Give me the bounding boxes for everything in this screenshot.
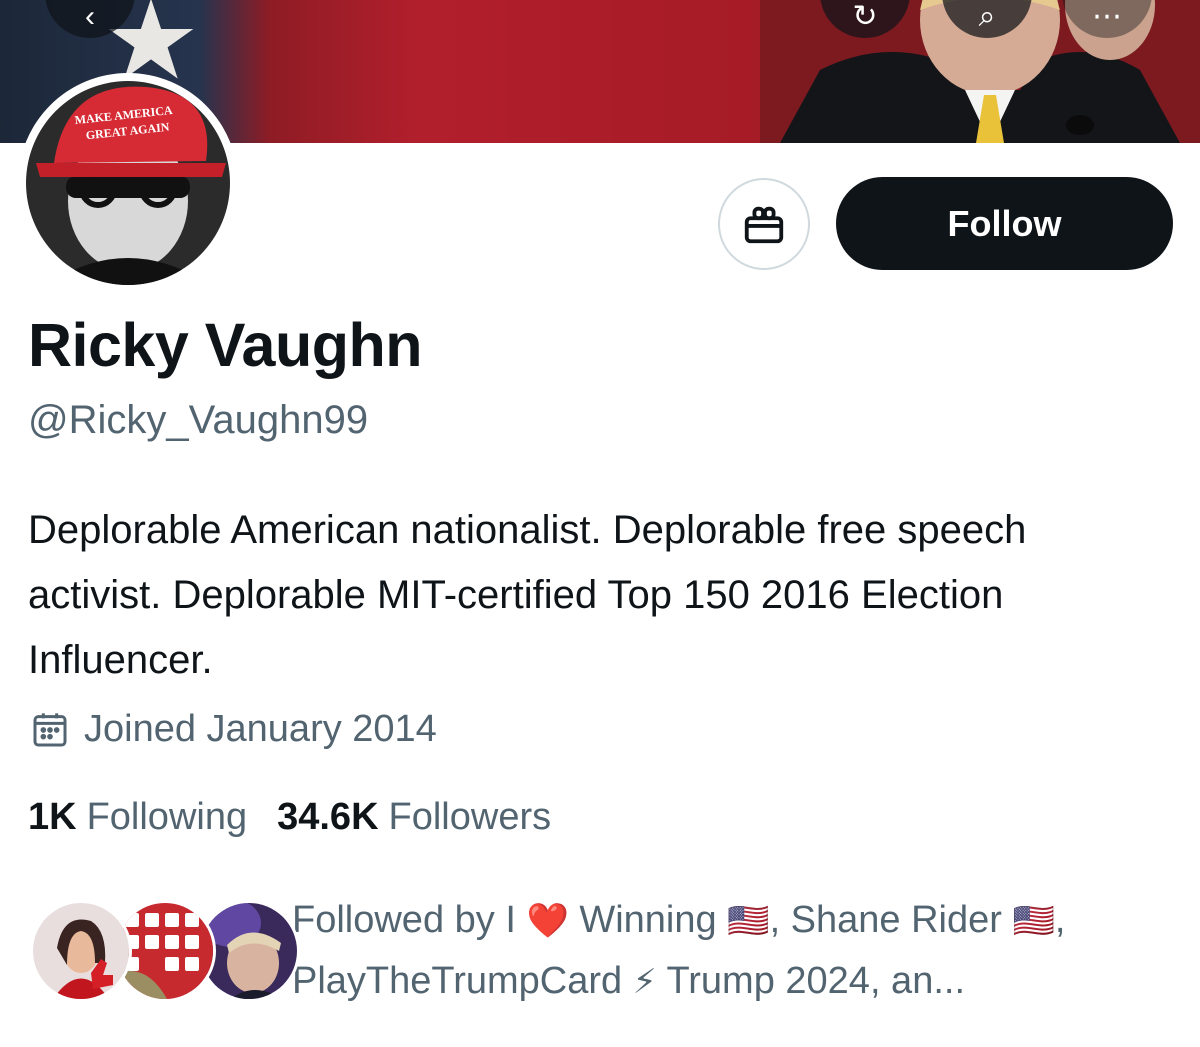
followers-label: Followers <box>388 796 552 838</box>
search-icon: ⌕ <box>978 0 996 33</box>
more-icon: ⋯ <box>1092 0 1122 33</box>
lightning-emoji: ⚡ <box>632 963 657 1001</box>
us-flag-emoji: 🇺🇸 <box>727 902 770 940</box>
follower-avatar <box>30 900 132 1002</box>
refresh-icon: ↻ <box>852 0 878 33</box>
followed-by-separator: , <box>1054 899 1066 941</box>
follow-button[interactable]: Follow <box>836 177 1173 270</box>
profile-handle: @Ricky_Vaughn99 <box>28 398 369 442</box>
followed-by-avatars[interactable] <box>30 900 300 1002</box>
following-count: 1K <box>28 796 77 838</box>
profile-name: Ricky Vaughn <box>28 311 423 379</box>
gift-button[interactable] <box>718 178 810 270</box>
following-label: Following <box>86 796 248 838</box>
joined-date: Joined January 2014 <box>30 708 437 751</box>
profile-bio: Deplorable American nationalist. Deplora… <box>28 508 1027 682</box>
heart-emoji: ❤️ <box>526 902 569 940</box>
followed-by-text[interactable]: Followed by I ❤️ Winning 🇺🇸, Shane Rider… <box>292 890 1172 1012</box>
followed-by-winning: Winning <box>579 899 717 941</box>
followed-by-shane: , Shane Rider <box>769 899 1002 941</box>
us-flag-emoji: 🇺🇸 <box>1012 902 1055 940</box>
joined-text: Joined January 2014 <box>84 708 437 750</box>
following-link[interactable]: 1K Following <box>28 796 247 839</box>
followed-by-trumpcard: PlayTheTrumpCard <box>292 960 623 1002</box>
avatar[interactable]: MAKE AMERICA GREAT AGAIN <box>18 73 238 293</box>
followers-count: 34.6K <box>277 796 379 838</box>
followed-by-prefix: Followed by I <box>292 899 516 941</box>
calendar-icon <box>33 712 67 746</box>
chevron-left-icon: ‹ <box>85 0 95 33</box>
avatar-image: MAKE AMERICA GREAT AGAIN <box>26 81 230 285</box>
gift-icon <box>744 206 784 244</box>
followers-link[interactable]: 34.6K Followers <box>277 796 551 839</box>
followed-by-trump2024: Trump 2024, an... <box>666 960 965 1002</box>
profile-stats: 1K Following 34.6K Followers <box>28 796 581 839</box>
